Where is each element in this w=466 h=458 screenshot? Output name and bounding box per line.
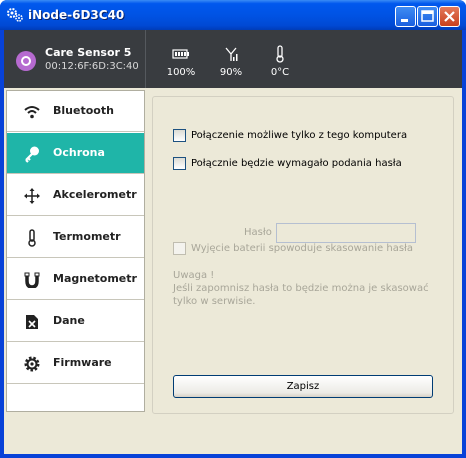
warning-line-2: tylko w serwisie. bbox=[173, 296, 256, 307]
sidebar-item-magnetometr[interactable]: Magnetometr bbox=[7, 259, 144, 300]
gear-icon bbox=[23, 355, 41, 373]
signal-icon bbox=[225, 47, 238, 61]
require-password-label[interactable]: Połącznie będzie wymagało podania hasła bbox=[191, 158, 402, 169]
sidebar-item-firmware[interactable]: Firmware bbox=[7, 343, 144, 384]
device-header: Care Sensor 5 00:12:6F:6D:3C:40 100% 90%… bbox=[4, 30, 462, 88]
battery-reset-checkbox[interactable] bbox=[173, 242, 186, 255]
maximize-icon bbox=[421, 10, 434, 22]
client-area: Care Sensor 5 00:12:6F:6D:3C:40 100% 90%… bbox=[4, 30, 462, 454]
minimize-icon bbox=[401, 19, 408, 22]
only-this-computer-label[interactable]: Połączenie możliwe tylko z tego komputer… bbox=[191, 130, 407, 141]
sidebar-item-bluetooth[interactable]: Bluetooth bbox=[7, 91, 144, 132]
save-button[interactable]: Zapisz bbox=[173, 375, 433, 398]
key-icon bbox=[23, 145, 41, 163]
sidebar-item-label: Magnetometr bbox=[53, 272, 137, 285]
temperature-value: 0°C bbox=[270, 67, 290, 78]
title-bar[interactable]: iNode-6D3C40 bbox=[0, 0, 466, 30]
sidebar-item-dane[interactable]: Dane bbox=[7, 301, 144, 342]
only-this-computer-option[interactable]: Połączenie możliwe tylko z tego komputer… bbox=[173, 129, 407, 142]
battery-status: 100% bbox=[161, 44, 201, 78]
sidebar-item-label: Dane bbox=[53, 314, 85, 327]
app-gear-icon bbox=[7, 8, 23, 22]
app-window: iNode-6D3C40 Care Sensor 5 00:12:6F:6D:3… bbox=[0, 0, 466, 458]
sidebar-item-label: Termometr bbox=[53, 230, 121, 243]
document-icon bbox=[23, 313, 41, 331]
battery-value: 100% bbox=[166, 67, 196, 78]
warning-note: Uwaga ! Jeśli zapomnisz hasła to będzie … bbox=[173, 269, 443, 308]
maximize-button[interactable] bbox=[417, 6, 438, 27]
signal-status: 90% bbox=[211, 44, 251, 78]
sidebar-item-termometr[interactable]: Termometr bbox=[7, 217, 144, 258]
sidebar-item-label: Akcelerometr bbox=[53, 188, 137, 201]
sidebar-item-akcelerometr[interactable]: Akcelerometr bbox=[7, 175, 144, 216]
temperature-status: 0°C bbox=[260, 44, 300, 78]
warning-title: Uwaga ! bbox=[173, 270, 215, 281]
header-divider bbox=[145, 30, 146, 88]
password-label: Hasło bbox=[244, 227, 272, 238]
device-name: Care Sensor 5 bbox=[45, 46, 132, 59]
warning-line-1: Jeśli zapomnisz hasła to będzie można je… bbox=[173, 283, 429, 294]
minimize-button[interactable] bbox=[395, 6, 416, 27]
sidebar-item-label: Firmware bbox=[53, 356, 112, 369]
battery-reset-option[interactable]: Wyjęcie baterii spowoduje skasowanie has… bbox=[173, 242, 413, 255]
sidebar-item-label: Bluetooth bbox=[53, 104, 114, 117]
battery-icon bbox=[172, 49, 189, 59]
close-icon bbox=[444, 11, 455, 22]
thermometer-icon bbox=[23, 229, 41, 247]
close-button[interactable] bbox=[439, 6, 460, 27]
thermometer-icon bbox=[276, 45, 284, 63]
security-panel: Połączenie możliwe tylko z tego komputer… bbox=[152, 96, 454, 414]
move-arrows-icon bbox=[23, 187, 41, 205]
wifi-icon bbox=[23, 103, 41, 121]
device-mac: 00:12:6F:6D:3C:40 bbox=[45, 61, 139, 72]
password-field[interactable] bbox=[276, 223, 416, 243]
require-password-checkbox[interactable] bbox=[173, 157, 186, 170]
window-title: iNode-6D3C40 bbox=[28, 8, 125, 22]
signal-value: 90% bbox=[219, 67, 243, 78]
sidebar: Bluetooth Ochrona Akcelerometr Termometr bbox=[6, 90, 145, 412]
only-this-computer-checkbox[interactable] bbox=[173, 129, 186, 142]
sidebar-item-ochrona[interactable]: Ochrona bbox=[7, 133, 144, 174]
sidebar-item-label: Ochrona bbox=[53, 146, 105, 159]
device-icon bbox=[16, 51, 36, 71]
magnet-icon bbox=[23, 271, 41, 289]
require-password-option[interactable]: Połącznie będzie wymagało podania hasła bbox=[173, 157, 402, 170]
battery-reset-label[interactable]: Wyjęcie baterii spowoduje skasowanie has… bbox=[191, 243, 413, 254]
